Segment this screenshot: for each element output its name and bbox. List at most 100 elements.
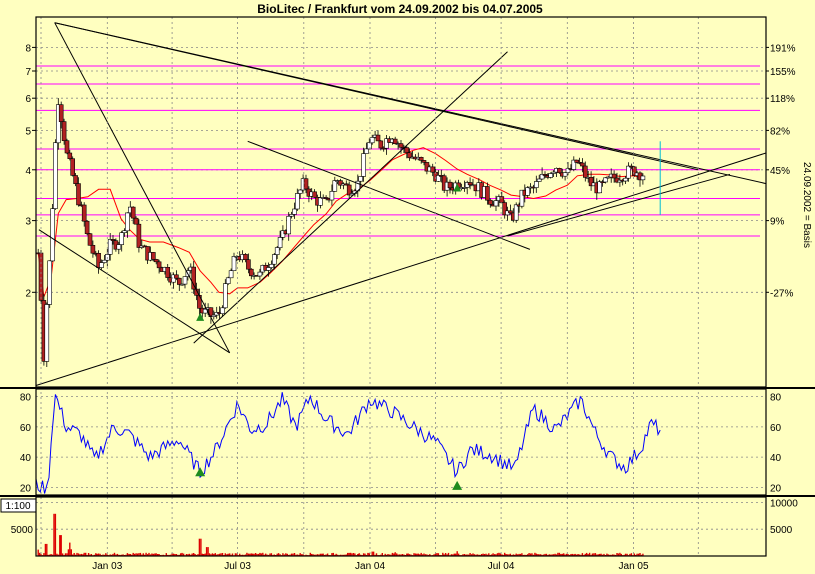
candle-down bbox=[487, 199, 493, 205]
candle-up bbox=[225, 277, 231, 284]
candle-down bbox=[404, 147, 410, 153]
candle-up bbox=[318, 197, 323, 206]
candle-down bbox=[246, 259, 251, 270]
chart-background bbox=[0, 0, 815, 574]
volume-scale-label: 1:100 bbox=[5, 501, 30, 512]
volume-right-tick-label: 5000 bbox=[770, 525, 793, 536]
candle-down bbox=[582, 165, 588, 178]
candle-up bbox=[548, 173, 554, 178]
candle-up bbox=[231, 256, 237, 271]
x-axis-tick-label: Jul 04 bbox=[488, 561, 515, 572]
candle-down bbox=[136, 223, 142, 248]
candle-up bbox=[119, 232, 124, 245]
candle-down bbox=[174, 274, 179, 279]
candle-up bbox=[99, 262, 104, 268]
price-left-tick-label: 2 bbox=[25, 288, 31, 299]
candle-down bbox=[151, 252, 156, 260]
candle-down bbox=[58, 104, 64, 122]
candle-up bbox=[626, 165, 631, 179]
chart-title: BioLitec / Frankfurt vom 24.09.2002 bis … bbox=[257, 2, 543, 16]
candle-up bbox=[286, 216, 292, 235]
candle-up bbox=[297, 189, 303, 194]
candle-down bbox=[76, 183, 81, 206]
price-left-tick-label: 6 bbox=[25, 94, 31, 105]
candle-up bbox=[223, 283, 228, 309]
candle-down bbox=[398, 143, 404, 148]
indicator-left-tick-label: 40 bbox=[20, 453, 32, 464]
price-right-tick-label: 9% bbox=[770, 217, 785, 228]
candle-down bbox=[447, 181, 453, 189]
candle-down bbox=[249, 268, 254, 277]
candle-up bbox=[274, 247, 280, 255]
volume-right-tick-label: 10000 bbox=[770, 498, 798, 509]
price-left-tick-label: 7 bbox=[25, 67, 31, 78]
x-axis-tick-label: Jan 03 bbox=[92, 561, 122, 572]
candle-up bbox=[640, 175, 646, 181]
candle-up bbox=[364, 148, 369, 154]
candle-down bbox=[156, 261, 162, 269]
candle-down bbox=[508, 210, 513, 214]
candle-down bbox=[165, 266, 170, 278]
candle-down bbox=[133, 217, 139, 225]
candle-down bbox=[177, 277, 182, 285]
candle-down bbox=[84, 220, 90, 234]
candle-down bbox=[375, 134, 381, 142]
candle-down bbox=[67, 152, 73, 159]
x-axis-tick-label: Jan 04 bbox=[355, 561, 385, 572]
price-left-tick-label: 8 bbox=[25, 43, 31, 54]
candle-down bbox=[557, 168, 562, 174]
price-right-tick-label: 118% bbox=[770, 94, 795, 105]
candle-up bbox=[525, 187, 531, 196]
candle-down bbox=[61, 121, 67, 141]
price-left-tick-label: 4 bbox=[25, 166, 31, 177]
candle-up bbox=[266, 267, 271, 271]
candle-up bbox=[50, 208, 55, 262]
candle-down bbox=[303, 178, 309, 190]
candle-up bbox=[220, 307, 225, 314]
x-axis-tick-label: Jul 03 bbox=[224, 561, 251, 572]
candle-up bbox=[536, 178, 542, 182]
candle-down bbox=[87, 233, 93, 246]
candle-down bbox=[467, 182, 473, 186]
candle-up bbox=[269, 263, 274, 268]
candle-down bbox=[243, 254, 248, 260]
candle-up bbox=[107, 239, 113, 255]
indicator-right-tick-label: 20 bbox=[770, 483, 782, 494]
candle-up bbox=[271, 254, 277, 265]
candle-up bbox=[623, 177, 628, 182]
candle-up bbox=[329, 191, 335, 201]
candle-up bbox=[366, 142, 372, 150]
candle-down bbox=[130, 206, 136, 219]
candle-up bbox=[597, 181, 603, 194]
candle-down bbox=[70, 158, 75, 176]
candle-down bbox=[90, 245, 96, 254]
candle-down bbox=[421, 160, 427, 163]
candle-up bbox=[332, 180, 338, 192]
candle-up bbox=[125, 212, 130, 232]
indicator-right-tick-label: 60 bbox=[770, 423, 782, 434]
chart-canvas: BioLitec / Frankfurt vom 24.09.2002 bis … bbox=[0, 0, 815, 574]
candle-up bbox=[228, 270, 234, 279]
candle-down bbox=[485, 186, 490, 201]
candle-up bbox=[292, 208, 297, 215]
candle-up bbox=[44, 304, 50, 362]
price-left-tick-label: 5 bbox=[25, 126, 31, 137]
price-right-axis-label: 24.09.2002 = Basis bbox=[801, 162, 812, 248]
x-axis-tick-label: Jan 05 bbox=[619, 561, 649, 572]
price-right-tick-label: 45% bbox=[770, 166, 790, 177]
candle-up bbox=[116, 244, 122, 250]
candle-down bbox=[611, 173, 617, 179]
candle-up bbox=[562, 172, 568, 177]
indicator-left-tick-label: 80 bbox=[20, 393, 32, 404]
candle-up bbox=[277, 237, 283, 248]
candle-up bbox=[361, 153, 366, 177]
indicator-right-tick-label: 40 bbox=[770, 453, 782, 464]
candle-down bbox=[64, 140, 70, 154]
candle-down bbox=[418, 157, 424, 161]
candle-down bbox=[81, 204, 87, 222]
candle-down bbox=[73, 175, 78, 184]
candle-up bbox=[102, 259, 107, 263]
indicator-right-tick-label: 80 bbox=[770, 393, 782, 404]
candle-down bbox=[580, 162, 585, 167]
candle-down bbox=[392, 138, 398, 145]
